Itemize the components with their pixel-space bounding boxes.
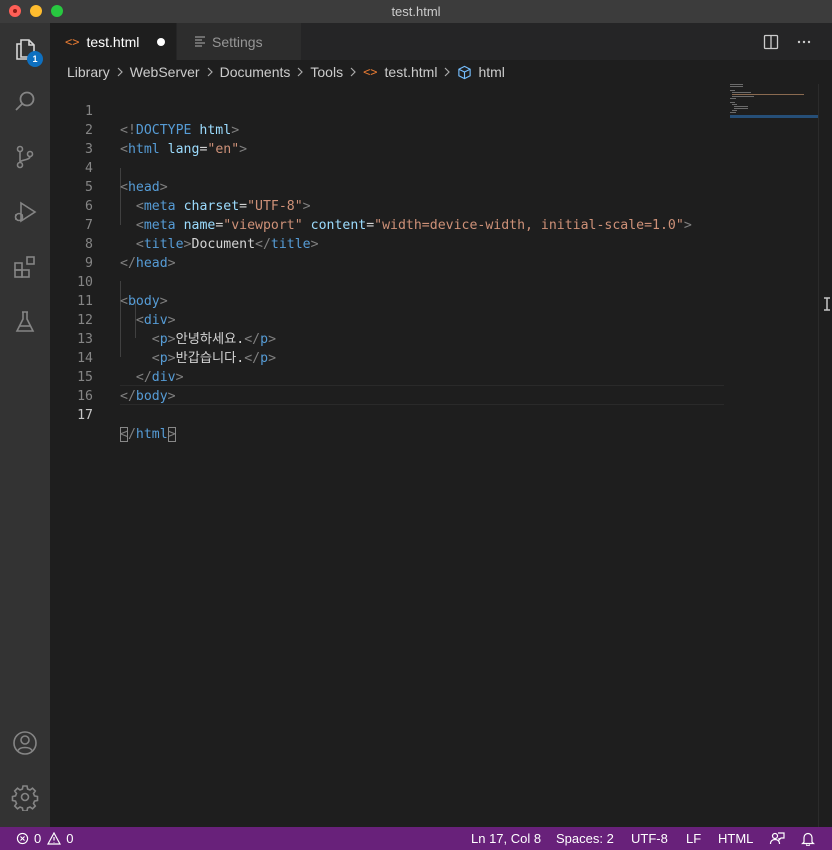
minimap[interactable]: [730, 84, 818, 124]
source-control-icon: [16, 145, 34, 169]
extensions-icon: [14, 256, 35, 278]
extensions-button[interactable]: [0, 243, 50, 291]
eol-setting[interactable]: LF: [686, 827, 701, 850]
explorer-badge: 1: [27, 51, 43, 67]
breadcrumb-webserver[interactable]: WebServer: [130, 64, 200, 80]
gear-icon: [11, 785, 39, 811]
run-debug-icon: [14, 201, 37, 223]
error-count: 0: [34, 831, 42, 846]
breadcrumb-file[interactable]: test.html: [385, 64, 438, 80]
chevron-right-icon: [116, 67, 124, 77]
code-line: 11 <div>: [50, 273, 730, 328]
code-editor[interactable]: 1 <!DOCTYPE html> 2 <html lang="en"> 3 4…: [50, 84, 832, 827]
code-line: 1 <!DOCTYPE html>: [50, 83, 730, 138]
activity-bar: 1: [0, 23, 50, 827]
indentation-setting[interactable]: Spaces: 2: [556, 827, 614, 850]
minimap-line: [732, 110, 737, 111]
minimap-line: [730, 98, 736, 99]
minimap-line: [730, 102, 735, 103]
chevron-right-icon: [443, 67, 451, 77]
code-line: 13 <p>반갑습니다.</p>: [50, 311, 730, 366]
run-debug-button[interactable]: [0, 188, 50, 236]
feedback-icon: [769, 831, 785, 844]
code-line: 14 </div>: [50, 330, 730, 385]
minimap-current-line: [730, 115, 818, 118]
explorer-button[interactable]: 1: [0, 25, 50, 73]
code-line: 7 <title>Document</title>: [50, 197, 730, 252]
warning-count: 0: [66, 831, 74, 846]
code-line: 3: [50, 121, 730, 157]
code-line: 16: [50, 368, 730, 404]
minimap-line: [730, 112, 736, 113]
minimap-line: [734, 106, 748, 107]
search-button[interactable]: [0, 78, 50, 126]
minimap-line: [732, 96, 754, 97]
accounts-button[interactable]: [0, 719, 50, 767]
tab-bar: <> test.html Settings: [50, 23, 832, 60]
code-line: 6 <meta name="viewport" content="width=d…: [50, 178, 730, 233]
minimap-line: [730, 86, 743, 87]
encoding-setting[interactable]: UTF-8: [631, 827, 668, 850]
code-line: 8 </head>: [50, 216, 730, 271]
breadcrumb-documents[interactable]: Documents: [220, 64, 291, 80]
feedback-button[interactable]: [769, 827, 785, 850]
minimap-line: [730, 84, 743, 85]
tab-test-html[interactable]: <> test.html: [50, 23, 176, 60]
source-control-button[interactable]: [0, 133, 50, 181]
minimap-line: [734, 108, 748, 109]
warning-icon: [47, 832, 62, 845]
minimap-line: [730, 90, 735, 91]
code-icon: <>: [363, 65, 378, 79]
chevron-right-icon: [206, 67, 214, 77]
vertical-scrollbar[interactable]: [818, 84, 832, 827]
minimap-line: [732, 92, 751, 93]
code-line: 2 <html lang="en">: [50, 102, 730, 157]
search-icon: [15, 91, 35, 111]
code-line: 9: [50, 235, 730, 271]
more-actions-button[interactable]: [789, 23, 819, 60]
code-line: 12 <p>안녕하세요.</p>: [50, 292, 730, 347]
breadcrumb-symbol[interactable]: html: [478, 64, 504, 80]
code-line: 10 <body>: [50, 254, 730, 309]
tab-label: test.html: [86, 33, 140, 50]
code-line: 5 <meta charset="UTF-8">: [50, 159, 730, 214]
split-editor-button[interactable]: [756, 23, 786, 60]
ellipsis-icon: [797, 40, 811, 43]
chevron-right-icon: [296, 67, 304, 77]
window-title: test.html: [391, 4, 441, 19]
title-bar: test.html: [0, 0, 832, 23]
breadcrumb-library[interactable]: Library: [67, 64, 110, 80]
code-line: 4 <head>: [50, 140, 730, 195]
tab-settings[interactable]: Settings: [177, 23, 301, 60]
language-mode[interactable]: HTML: [718, 827, 753, 850]
text-cursor-icon: [823, 297, 831, 311]
status-bar: 0 0 Ln 17, Col 8 Spaces: 2 UTF-8 LF HTML: [0, 827, 832, 850]
code-icon: <>: [65, 34, 80, 49]
split-editor-icon: [763, 34, 779, 49]
breadcrumb: Library WebServer Documents Tools <> tes…: [50, 60, 832, 84]
cursor-position[interactable]: Ln 17, Col 8: [471, 827, 541, 850]
line-number: 17: [77, 408, 93, 423]
bell-icon: [801, 832, 815, 846]
code-line: 15 </body>: [50, 349, 730, 404]
flask-icon: [15, 311, 35, 332]
settings-list-icon: [194, 34, 206, 50]
symbol-cube-icon: [457, 65, 472, 80]
testing-button[interactable]: [0, 298, 50, 346]
minimap-line: [732, 94, 804, 95]
tab-label: Settings: [212, 33, 263, 50]
breadcrumb-tools[interactable]: Tools: [310, 64, 343, 80]
minimap-line: [732, 104, 737, 105]
chevron-right-icon: [349, 67, 357, 77]
code-line: 17 </html>: [50, 387, 730, 442]
unsaved-dot-icon[interactable]: [157, 38, 165, 46]
manage-button[interactable]: [0, 773, 50, 821]
code-text: </html>: [120, 427, 176, 442]
error-icon: [16, 832, 29, 845]
notifications-button[interactable]: [801, 827, 815, 850]
account-icon: [13, 731, 37, 755]
problems-indicator[interactable]: 0 0: [16, 827, 73, 850]
